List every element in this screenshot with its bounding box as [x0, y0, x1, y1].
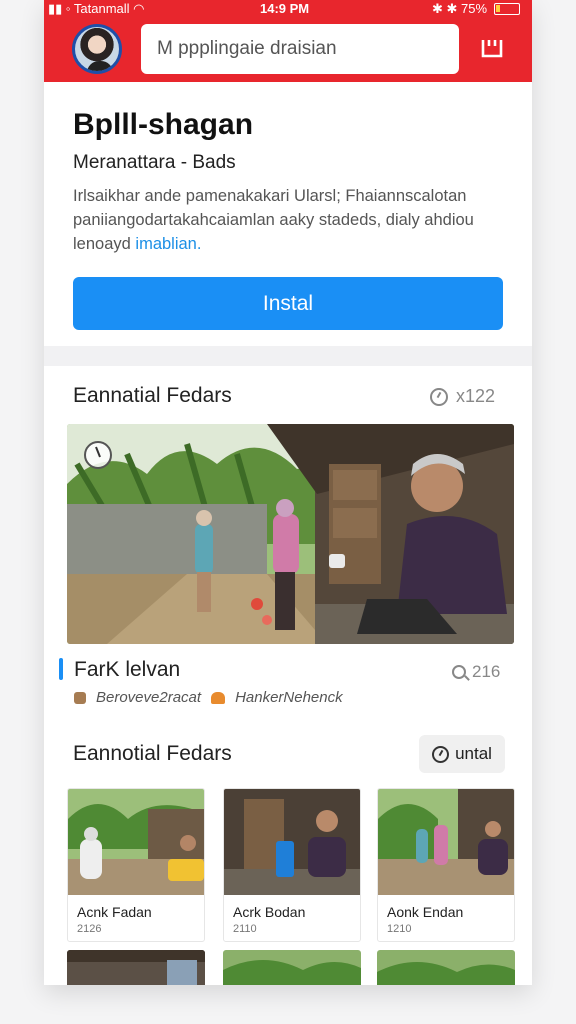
- tile-title: Acnk Fadan: [77, 904, 152, 920]
- app-info-card: Bplll‑shagan Meranattara - Bads Irlsaikh…: [44, 82, 532, 346]
- tile-card[interactable]: Aonk Endan 1210: [377, 788, 515, 942]
- timer-icon: [432, 745, 450, 763]
- app-header: ▮▮ ◦ Tatanmall ◠ 14:9 PM ✱ ✱ 75% M pppli…: [44, 0, 532, 82]
- install-button[interactable]: Instal: [73, 277, 503, 330]
- author-b-icon: [211, 691, 226, 704]
- post-count-value: 216: [472, 662, 501, 681]
- post-meta: Beroveve2racat HankerNehenck: [74, 689, 343, 706]
- hero-image[interactable]: [67, 424, 514, 644]
- battery-icon: [494, 3, 520, 15]
- avatar[interactable]: [72, 24, 122, 74]
- tile-card-partial[interactable]: [223, 950, 361, 985]
- post-title[interactable]: FarK lelvan: [74, 658, 180, 682]
- description-link[interactable]: imablian.: [135, 235, 201, 253]
- featured-section: Eannatial Fedars x122 FarK lelvan 216 Be…: [44, 366, 532, 985]
- author-a-icon: [74, 691, 86, 704]
- search-text: M ppplingaie draisian: [157, 38, 337, 59]
- tile-title: Acrk Bodan: [233, 904, 306, 920]
- battery-label: 75%: [461, 1, 488, 16]
- pill-button-label: untal: [455, 744, 492, 763]
- author-b-name[interactable]: HankerNehenck: [235, 689, 343, 706]
- description-text: Irlsaikhar ande pamenakakari Ularsl; Fha…: [73, 187, 474, 253]
- village-scene-image: [67, 424, 514, 644]
- section-count[interactable]: x122: [430, 386, 495, 407]
- tile-card[interactable]: Acrk Bodan 2110: [223, 788, 361, 942]
- post-indicator-bar: [59, 658, 63, 680]
- section-count-value: x122: [456, 386, 496, 406]
- section2-title: Eannotial Fedars: [73, 742, 232, 765]
- tile-count: 1210: [387, 923, 412, 935]
- tile-title: Aonk Endan: [387, 904, 464, 920]
- tile-image: [378, 789, 514, 895]
- grid-icon[interactable]: [480, 36, 504, 60]
- tile-image: [223, 950, 361, 985]
- search-icon: [452, 665, 466, 679]
- tile-image: [67, 950, 205, 985]
- tile-card-partial[interactable]: [377, 950, 515, 985]
- tile-image: [68, 789, 204, 895]
- clock: 14:9 PM: [260, 1, 310, 16]
- tile-count: 2110: [233, 923, 257, 935]
- tile-image: [377, 950, 515, 985]
- phone-screen: ▮▮ ◦ Tatanmall ◠ 14:9 PM ✱ ✱ 75% M pppli…: [44, 0, 532, 985]
- author-a-name[interactable]: Beroveve2racat: [96, 689, 201, 706]
- carrier-label: Tatanmall: [73, 1, 130, 16]
- install-pill-button[interactable]: untal: [419, 735, 505, 773]
- app-title: Bplll‑shagan: [73, 108, 254, 141]
- app-subtitle: Meranattara - Bads: [73, 152, 236, 173]
- search-input[interactable]: M ppplingaie draisian: [141, 24, 459, 74]
- section-title: Eannatial Fedars: [73, 384, 232, 407]
- status-bar: ▮▮ ◦ Tatanmall ◠ 14:9 PM ✱ ✱ 75%: [44, 0, 532, 18]
- app-description: Irlsaikhar ande pamenakakari Ularsl; Fha…: [73, 184, 503, 256]
- tile-image: [224, 789, 360, 895]
- battery-percent: ✱ ✱ 75%: [432, 1, 488, 16]
- tile-count: 2126: [77, 923, 102, 935]
- signal-carrier: ▮▮ ◦ Tatanmall ◠: [48, 1, 145, 16]
- timer-icon: [430, 387, 448, 406]
- tile-card[interactable]: Acnk Fadan 2126: [67, 788, 205, 942]
- tile-card-partial[interactable]: [67, 950, 205, 985]
- post-view-count: 216: [452, 662, 500, 682]
